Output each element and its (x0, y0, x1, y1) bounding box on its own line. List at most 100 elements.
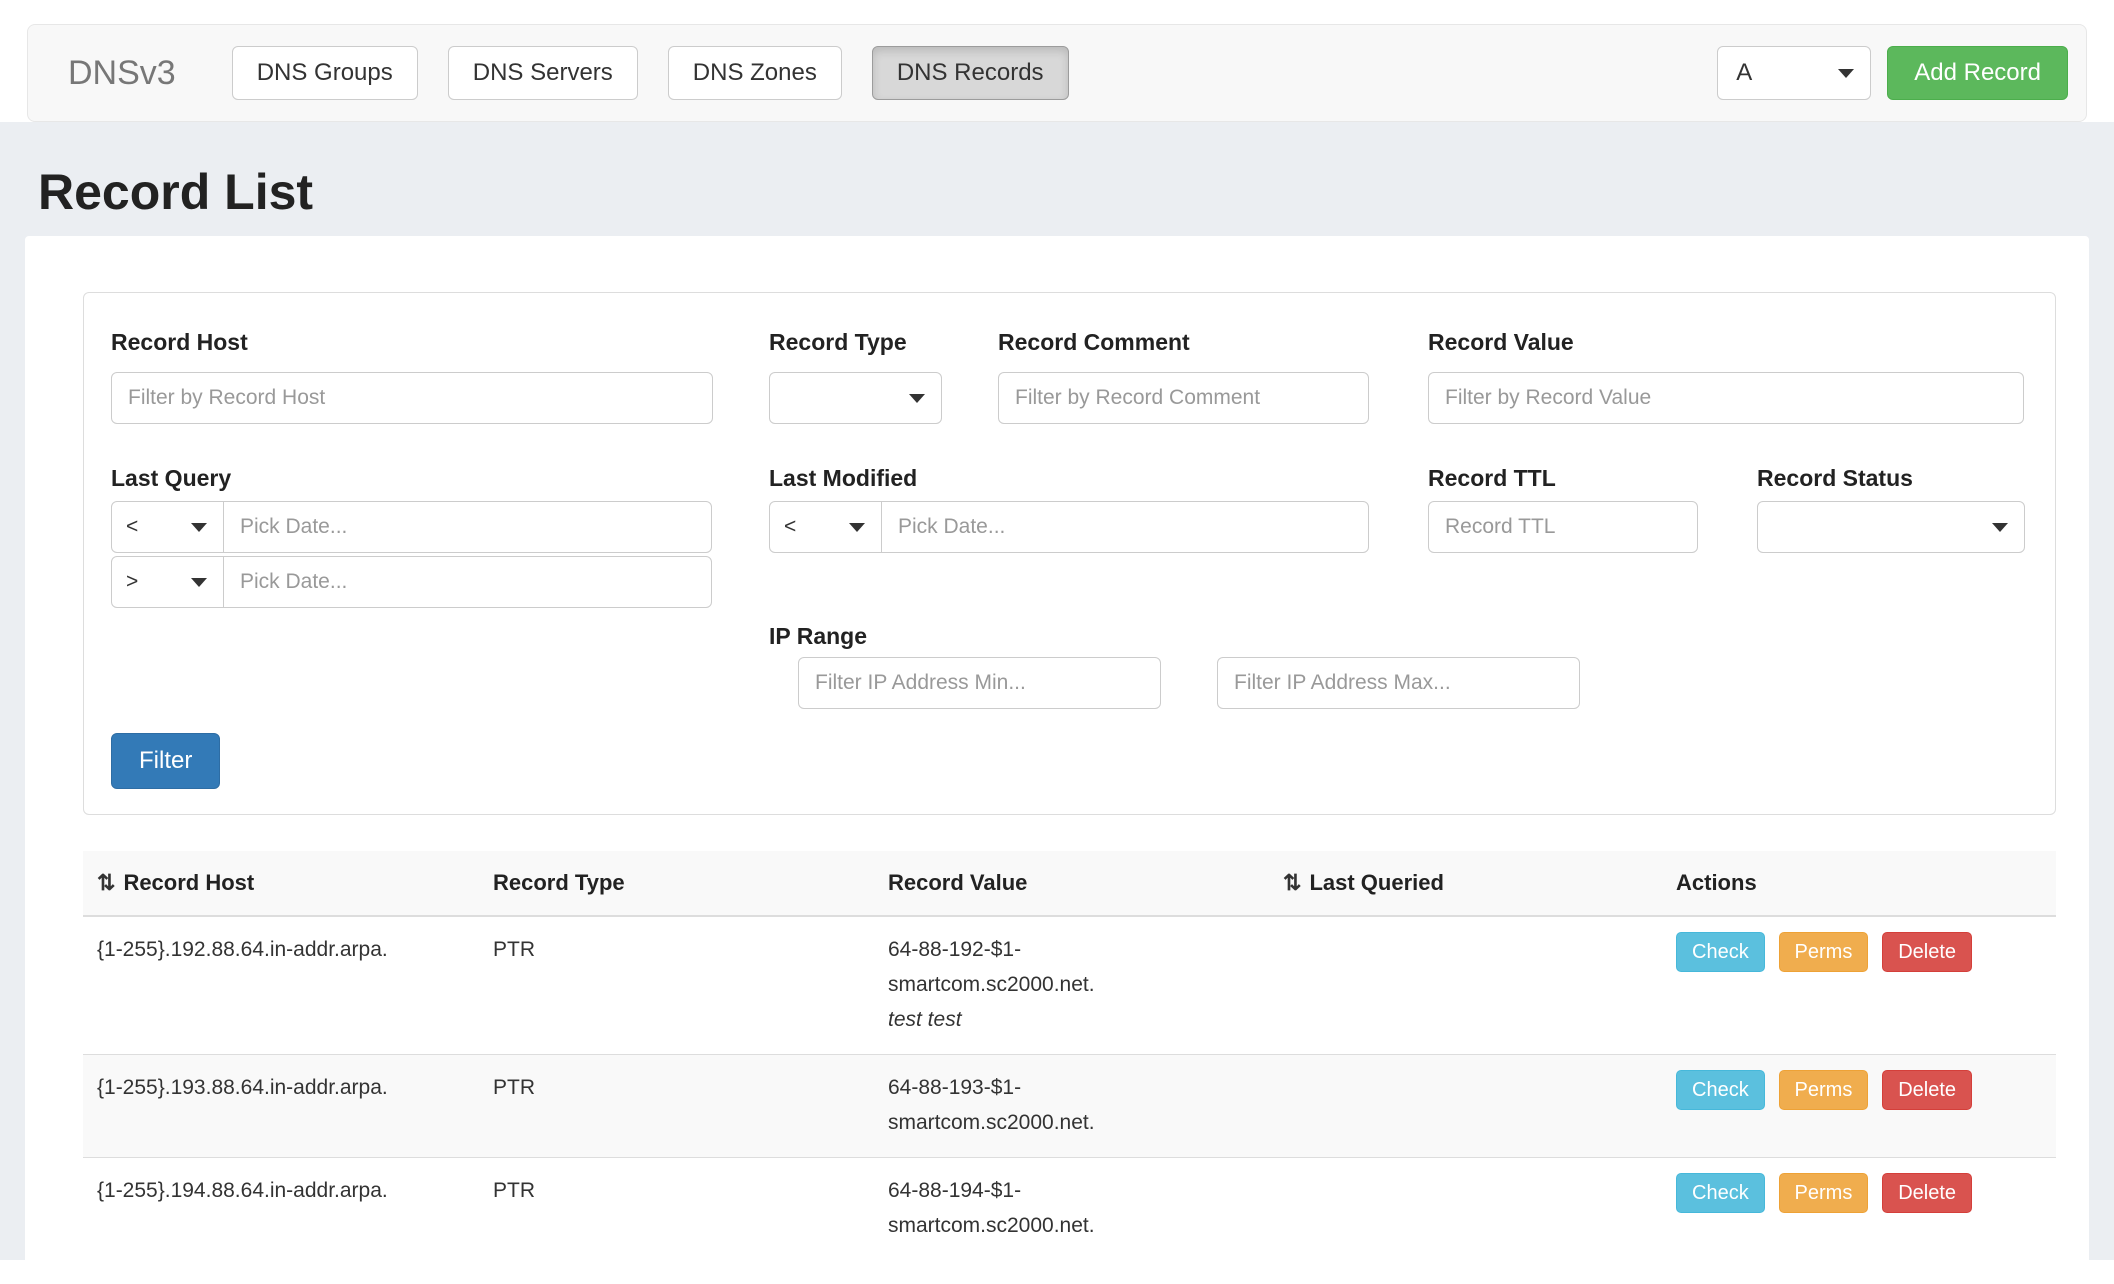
last-query-before-operator-select[interactable]: < (111, 501, 224, 553)
delete-button[interactable]: Delete (1882, 1070, 1972, 1110)
record-host-label: Record Host (111, 329, 713, 356)
last-query-before-date-input[interactable] (223, 501, 712, 553)
record-comment-filter-input[interactable] (998, 372, 1369, 424)
last-query-after-group: > (111, 556, 712, 608)
column-label: Record Value (888, 870, 1027, 895)
record-type-filter-select[interactable] (769, 372, 942, 424)
cell-last-queried (1283, 916, 1676, 1055)
perms-button[interactable]: Perms (1779, 932, 1869, 972)
cell-record-type: PTR (493, 1157, 888, 1260)
record-type-quick-select-value: A (1736, 59, 1752, 87)
perms-button[interactable]: Perms (1779, 1070, 1869, 1110)
delete-button[interactable]: Delete (1882, 932, 1972, 972)
operator-value: < (784, 515, 796, 539)
sort-icon: ⇅ (1283, 870, 1301, 895)
cell-last-queried (1283, 1157, 1676, 1260)
record-type-label: Record Type (769, 329, 942, 356)
record-type-filter-group: Record Type (769, 329, 942, 424)
main-nav: DNS Groups DNS Servers DNS Zones DNS Rec… (232, 46, 1069, 100)
main-panel: Record Host Record Type Record Comment R… (25, 236, 2089, 1261)
check-button[interactable]: Check (1676, 1070, 1765, 1110)
records-table: ⇅ Record Host Record Type Record Value ⇅ L… (83, 851, 2056, 1261)
table-row: {1-255}.192.88.64.in-addr.arpa. PTR 64-8… (83, 916, 2056, 1055)
perms-button[interactable]: Perms (1779, 1173, 1869, 1213)
cell-actions: Check Perms Delete (1676, 916, 2056, 1055)
last-query-before-group: < (111, 501, 712, 553)
last-modified-date-group: < (769, 501, 1369, 553)
ip-address-max-input[interactable] (1217, 657, 1580, 709)
cell-record-host: {1-255}.192.88.64.in-addr.arpa. (83, 916, 493, 1055)
caret-down-icon (1992, 523, 2008, 532)
column-label: Last Queried (1309, 870, 1443, 895)
nav-dns-zones-button[interactable]: DNS Zones (668, 46, 842, 100)
nav-dns-records-button[interactable]: DNS Records (872, 46, 1069, 100)
record-comment-label: Record Comment (998, 329, 1369, 356)
cell-record-type: PTR (493, 916, 888, 1055)
cell-actions: Check Perms Delete (1676, 1054, 2056, 1157)
sort-icon: ⇅ (97, 870, 115, 895)
table-header-row: ⇅ Record Host Record Type Record Value ⇅ L… (83, 851, 2056, 916)
record-value-line: smartcom.sc2000.net. (888, 967, 1273, 1002)
record-ttl-filter-input[interactable] (1428, 501, 1698, 553)
record-value-filter-input[interactable] (1428, 372, 2024, 424)
operator-value: > (126, 570, 138, 594)
caret-down-icon (909, 394, 925, 403)
ip-address-min-input[interactable] (798, 657, 1161, 709)
check-button[interactable]: Check (1676, 932, 1765, 972)
filter-button[interactable]: Filter (111, 733, 220, 789)
navbar: DNSv3 DNS Groups DNS Servers DNS Zones D… (27, 24, 2087, 122)
record-type-quick-select[interactable]: A (1717, 46, 1871, 100)
page-background: Record List Record Host Record Type Reco… (0, 122, 2114, 1260)
record-value-line: 64-88-194-$1- (888, 1173, 1273, 1208)
column-header-record-value: Record Value (888, 851, 1283, 916)
last-modified-date-input[interactable] (881, 501, 1369, 553)
last-modified-operator-select[interactable]: < (769, 501, 882, 553)
record-value-filter-group: Record Value (1428, 329, 2024, 424)
caret-down-icon (1838, 69, 1854, 78)
last-query-after-operator-select[interactable]: > (111, 556, 224, 608)
record-comment-note: test test (888, 1002, 1273, 1037)
last-modified-label: Last Modified (769, 465, 917, 492)
nav-dns-servers-button[interactable]: DNS Servers (448, 46, 638, 100)
record-status-label: Record Status (1757, 465, 1913, 492)
cell-record-value: 64-88-193-$1- smartcom.sc2000.net. (888, 1054, 1283, 1157)
caret-down-icon (191, 523, 207, 532)
column-header-record-host[interactable]: ⇅ Record Host (83, 851, 493, 916)
column-label: Actions (1676, 870, 1757, 895)
cell-record-value: 64-88-192-$1- smartcom.sc2000.net. test … (888, 916, 1283, 1055)
caret-down-icon (191, 578, 207, 587)
record-ttl-label: Record TTL (1428, 465, 1556, 492)
ip-range-label: IP Range (769, 623, 867, 650)
nav-dns-groups-button[interactable]: DNS Groups (232, 46, 418, 100)
operator-value: < (126, 515, 138, 539)
record-host-filter-input[interactable] (111, 372, 713, 424)
last-query-label: Last Query (111, 465, 231, 492)
cell-record-value: 64-88-194-$1- smartcom.sc2000.net. (888, 1157, 1283, 1260)
page-title: Record List (38, 164, 2114, 222)
column-header-last-queried[interactable]: ⇅ Last Queried (1283, 851, 1676, 916)
table-row: {1-255}.194.88.64.in-addr.arpa. PTR 64-8… (83, 1157, 2056, 1260)
record-value-label: Record Value (1428, 329, 2024, 356)
check-button[interactable]: Check (1676, 1173, 1765, 1213)
brand-logo: DNSv3 (68, 54, 176, 93)
cell-record-host: {1-255}.193.88.64.in-addr.arpa. (83, 1054, 493, 1157)
delete-button[interactable]: Delete (1882, 1173, 1972, 1213)
column-label: Record Host (123, 870, 254, 895)
cell-last-queried (1283, 1054, 1676, 1157)
record-value-line: 64-88-192-$1- (888, 932, 1273, 967)
table-row: {1-255}.193.88.64.in-addr.arpa. PTR 64-8… (83, 1054, 2056, 1157)
cell-actions: Check Perms Delete (1676, 1157, 2056, 1260)
last-query-after-date-input[interactable] (223, 556, 712, 608)
filter-panel: Record Host Record Type Record Comment R… (83, 292, 2056, 815)
caret-down-icon (849, 523, 865, 532)
column-header-record-type: Record Type (493, 851, 888, 916)
column-header-actions: Actions (1676, 851, 2056, 916)
record-comment-filter-group: Record Comment (998, 329, 1369, 424)
add-record-button[interactable]: Add Record (1887, 46, 2068, 100)
record-value-line: smartcom.sc2000.net. (888, 1208, 1273, 1243)
record-status-filter-select[interactable] (1757, 501, 2025, 553)
record-value-line: 64-88-193-$1- (888, 1070, 1273, 1105)
cell-record-host: {1-255}.194.88.64.in-addr.arpa. (83, 1157, 493, 1260)
column-label: Record Type (493, 870, 625, 895)
navbar-right-group: A Add Record (1717, 46, 2068, 100)
